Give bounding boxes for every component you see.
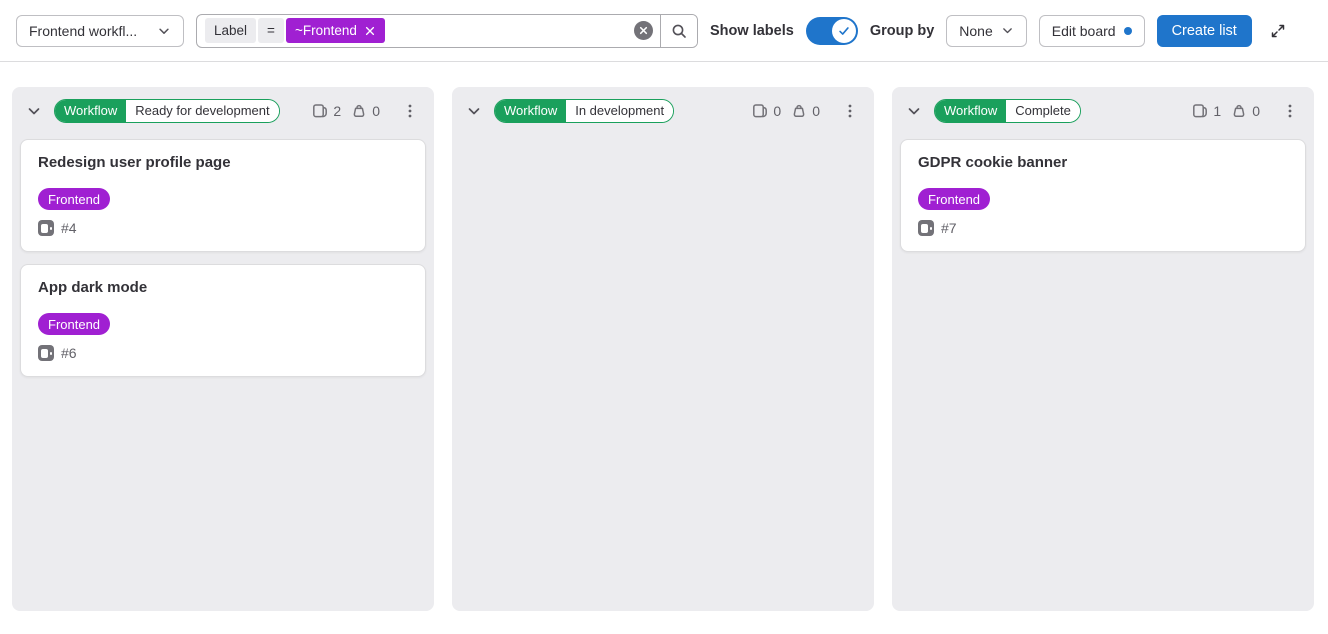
create-list-label: Create list [1172,23,1237,39]
issues-icon [752,103,768,119]
column-issue-count: 0 [773,103,781,119]
collapse-column-button[interactable] [24,101,44,121]
chevron-down-icon [466,103,482,119]
search-icon [671,23,687,39]
card-ref: #7 [941,220,957,236]
project-avatar [38,220,54,236]
issue-card[interactable]: App dark mode Frontend #6 [20,264,426,377]
column-menu-button[interactable] [1280,99,1300,123]
chevron-down-icon [1001,24,1014,37]
board-column: Workflow Complete 1 0 [892,87,1314,611]
clear-search-button[interactable] [626,15,660,47]
issues-icon [1192,103,1208,119]
fullscreen-button[interactable] [1270,23,1286,39]
expand-icon [1270,23,1286,39]
edit-board-label: Edit board [1052,23,1116,39]
column-cards: Redesign user profile page Frontend #4 A… [12,135,434,611]
chevron-down-icon [26,103,42,119]
clear-icon [634,21,653,40]
column-scope: Workflow [495,100,566,122]
weight-icon [1231,103,1247,119]
column-header: Workflow Ready for development 2 0 [12,87,434,135]
board-switcher-dropdown[interactable]: Frontend workfl... [16,15,184,47]
create-list-button[interactable]: Create list [1157,15,1252,47]
chevron-down-icon [157,24,171,38]
card-ref: #6 [61,345,77,361]
close-icon[interactable] [364,25,376,37]
board: Workflow Ready for development 2 0 [0,62,1328,611]
column-weight-count: 0 [812,103,820,119]
card-title[interactable]: GDPR cookie banner [918,154,1288,171]
edit-board-button[interactable]: Edit board [1039,15,1145,47]
column-scope: Workflow [935,100,1006,122]
column-issue-count: 2 [333,103,341,119]
column-issue-count-group: 1 [1192,103,1221,119]
column-issue-count-group: 2 [312,103,341,119]
group-by-dropdown[interactable]: None [946,15,1026,47]
filter-token[interactable]: Label = ~Frontend [197,15,626,47]
card-title[interactable]: Redesign user profile page [38,154,408,171]
issue-card[interactable]: Redesign user profile page Frontend #4 [20,139,426,252]
column-name: Complete [1006,100,1080,122]
project-avatar [38,345,54,361]
group-by-label: Group by [870,23,934,39]
collapse-column-button[interactable] [464,101,484,121]
column-scoped-label[interactable]: Workflow Complete [934,99,1081,123]
filtered-search-bar[interactable]: Label = ~Frontend [196,14,698,48]
ellipsis-vertical-icon [842,103,858,119]
project-avatar [918,220,934,236]
issue-card[interactable]: GDPR cookie banner Frontend #7 [900,139,1306,252]
column-weight-group: 0 [351,103,380,119]
card-meta: #7 [918,220,1288,236]
chevron-down-icon [906,103,922,119]
column-weight-count: 0 [372,103,380,119]
check-icon [832,19,856,43]
filter-token-value[interactable]: ~Frontend [286,18,385,43]
weight-icon [791,103,807,119]
column-issue-count-group: 0 [752,103,781,119]
search-button[interactable] [660,15,697,47]
board-column: Workflow In development 0 0 [452,87,874,611]
column-name: Ready for development [126,100,278,122]
card-label[interactable]: Frontend [918,188,990,210]
column-menu-button[interactable] [400,99,420,123]
column-scope: Workflow [55,100,126,122]
card-title[interactable]: App dark mode [38,279,408,296]
card-ref: #4 [61,220,77,236]
board-toolbar: Frontend workfl... Label = ~Frontend [0,0,1328,62]
column-weight-count: 0 [1252,103,1260,119]
column-cards: GDPR cookie banner Frontend #7 [892,135,1314,611]
column-menu-button[interactable] [840,99,860,123]
filter-token-value-label: ~Frontend [295,23,357,38]
show-labels-toggle[interactable] [806,17,858,45]
issues-icon [312,103,328,119]
ellipsis-vertical-icon [1282,103,1298,119]
edit-board-notification-dot [1124,27,1132,35]
filter-token-operator[interactable]: = [258,18,284,43]
ellipsis-vertical-icon [402,103,418,119]
card-label[interactable]: Frontend [38,313,110,335]
column-scoped-label[interactable]: Workflow In development [494,99,674,123]
column-issue-count: 1 [1213,103,1221,119]
column-cards [452,135,874,611]
column-weight-group: 0 [791,103,820,119]
column-weight-group: 0 [1231,103,1260,119]
card-meta: #6 [38,345,408,361]
show-labels-label: Show labels [710,23,794,39]
card-label[interactable]: Frontend [38,188,110,210]
filter-token-key[interactable]: Label [205,18,256,43]
column-scoped-label[interactable]: Workflow Ready for development [54,99,280,123]
board-switcher-label: Frontend workfl... [29,23,137,39]
weight-icon [351,103,367,119]
column-name: In development [566,100,673,122]
board-column: Workflow Ready for development 2 0 [12,87,434,611]
group-by-value: None [959,23,992,39]
card-meta: #4 [38,220,408,236]
collapse-column-button[interactable] [904,101,924,121]
column-header: Workflow Complete 1 0 [892,87,1314,135]
column-header: Workflow In development 0 0 [452,87,874,135]
